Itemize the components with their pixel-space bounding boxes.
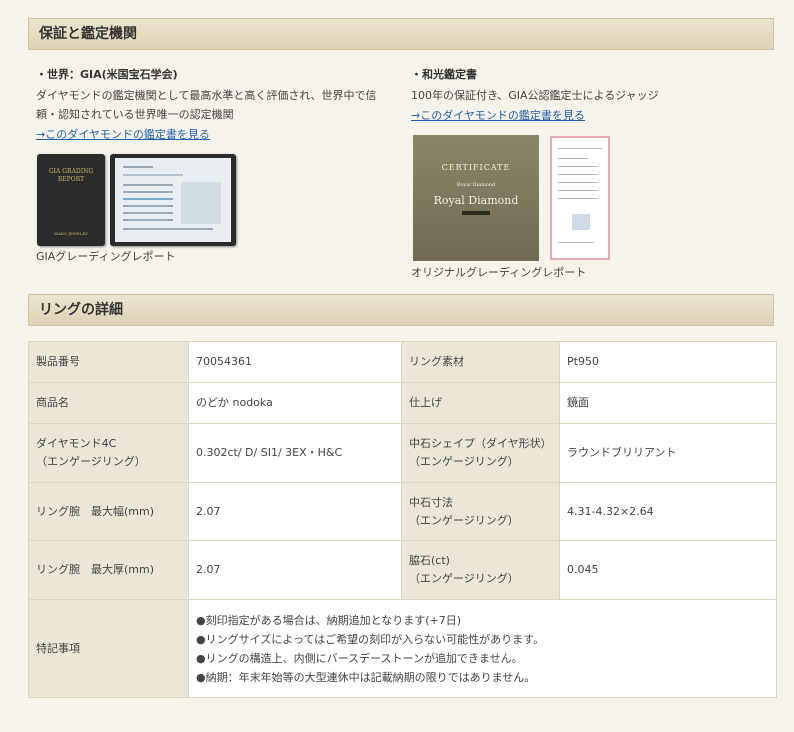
detail-value: 0.045 [559, 540, 777, 600]
wako-title: ・和光鑑定書 [411, 68, 477, 81]
ring-details-section-header: リングの詳細 [28, 294, 774, 326]
notes-content: ●刻印指定がある場合は、納期追加となります(+7日) ●リングサイズによってはご希… [188, 599, 777, 698]
detail-label: 商品名 [28, 382, 189, 424]
detail-value: 鏡面 [559, 382, 777, 424]
detail-label: 仕上げ [401, 382, 560, 424]
gia-description-line1: ダイヤモンドの鑑定機関として最高水準と高く評価され、世界中で信 [36, 89, 377, 102]
gia-caption: GIAグレーディングレポート [36, 250, 176, 263]
detail-value: 70054361 [188, 341, 402, 383]
ring-details-table: 製品番号 70054361 リング素材 Pt950 商品名 のどか nodoka 仕上げ 鏡面… [28, 341, 777, 698]
royal-diamond-folder-image: CERTIFICATE Royal Diamond Royal Diamond [413, 135, 539, 261]
note-item: ●リングサイズによってはご希望の刻印が入らない可能性があります。 [196, 632, 545, 646]
gia-info: ・世界：GIA(米国宝石学会) ダイヤモンドの鑑定機関として最高水準と高く評価さ… [36, 66, 386, 142]
gia-folder-text: GIA GRADING REPORT [48, 168, 94, 183]
certificate-word: CERTIFICATE [441, 163, 511, 172]
royal-diamond-name: Royal Diamond [433, 194, 519, 207]
detail-label: 脇石(ct) （エンゲージリング） [401, 540, 560, 600]
detail-value: ラウンドブリリアント [559, 423, 777, 483]
detail-label: 中石寸法 （エンゲージリング） [401, 482, 560, 541]
guarantee-section-header: 保証と鑑定機関 [28, 18, 774, 50]
note-item: ●リングの構造上、内側にバースデーストーンが追加できません。 [196, 651, 523, 665]
notes-label: 特記事項 [28, 599, 189, 698]
wako-caption: オリジナルグレーディングレポート [411, 266, 587, 279]
detail-value: 2.07 [188, 540, 402, 600]
detail-value: 0.302ct/ D/ SI1/ 3EX・H&C [188, 423, 402, 483]
detail-label: ダイヤモンド4C （エンゲージリング） [28, 423, 189, 483]
detail-value: 2.07 [188, 482, 402, 541]
gia-title: ・世界：GIA(米国宝石学会) [36, 68, 178, 81]
table-row: リング腕 最大幅(mm) 2.07 中石寸法 （エンゲージリング） 4.31-4.32… [28, 482, 777, 541]
detail-label: リング素材 [401, 341, 560, 383]
detail-value: Pt950 [559, 341, 777, 383]
gia-report-image [110, 154, 236, 246]
gia-description-line2: 頼・認知されている世界唯一の認定機関 [36, 108, 234, 121]
wako-info: ・和光鑑定書 100年の保証付き、GIA公認鑑定士によるジャッジ →このダイヤモ… [411, 66, 751, 123]
detail-value: 4.31-4.32×2.64 [559, 482, 777, 541]
detail-label: リング腕 最大厚(mm) [28, 540, 189, 600]
detail-value: のどか nodoka [188, 382, 402, 424]
table-row: 商品名 のどか nodoka 仕上げ 鏡面 [28, 382, 777, 424]
table-row: リング腕 最大厚(mm) 2.07 脇石(ct) （エンゲージリング） 0.045 [28, 540, 777, 600]
certificate-subtitle: Royal Diamond [456, 182, 496, 188]
wako-description: 100年の保証付き、GIA公認鑑定士によるジャッジ [411, 89, 659, 102]
notes-row: 特記事項 ●刻印指定がある場合は、納期追加となります(+7日) ●リングサイズによっ… [28, 599, 777, 698]
detail-label: 製品番号 [28, 341, 189, 383]
royal-certificate-sheet-image [550, 136, 610, 260]
table-row: ダイヤモンド4C （エンゲージリング） 0.302ct/ D/ SI1/ 3EX・… [28, 423, 777, 483]
note-item: ●刻印指定がある場合は、納期追加となります(+7日) [196, 613, 462, 627]
gia-report-folder-image: GIA GRADING REPORT WAKO JEWELRY [37, 154, 105, 246]
detail-label: リング腕 最大幅(mm) [28, 482, 189, 541]
wako-certificate-link[interactable]: →このダイヤモンドの鑑定書を見る [411, 107, 585, 123]
gia-folder-bottom: WAKO JEWELRY [54, 231, 88, 236]
gia-certificate-link[interactable]: →このダイヤモンドの鑑定書を見る [36, 126, 210, 142]
table-row: 製品番号 70054361 リング素材 Pt950 [28, 341, 777, 383]
detail-label: 中石シェイプ（ダイヤ形状） （エンゲージリング） [401, 423, 560, 483]
note-item: ●納期：年末年始等の大型連休中は記載納期の限りではありません。 [196, 670, 536, 684]
